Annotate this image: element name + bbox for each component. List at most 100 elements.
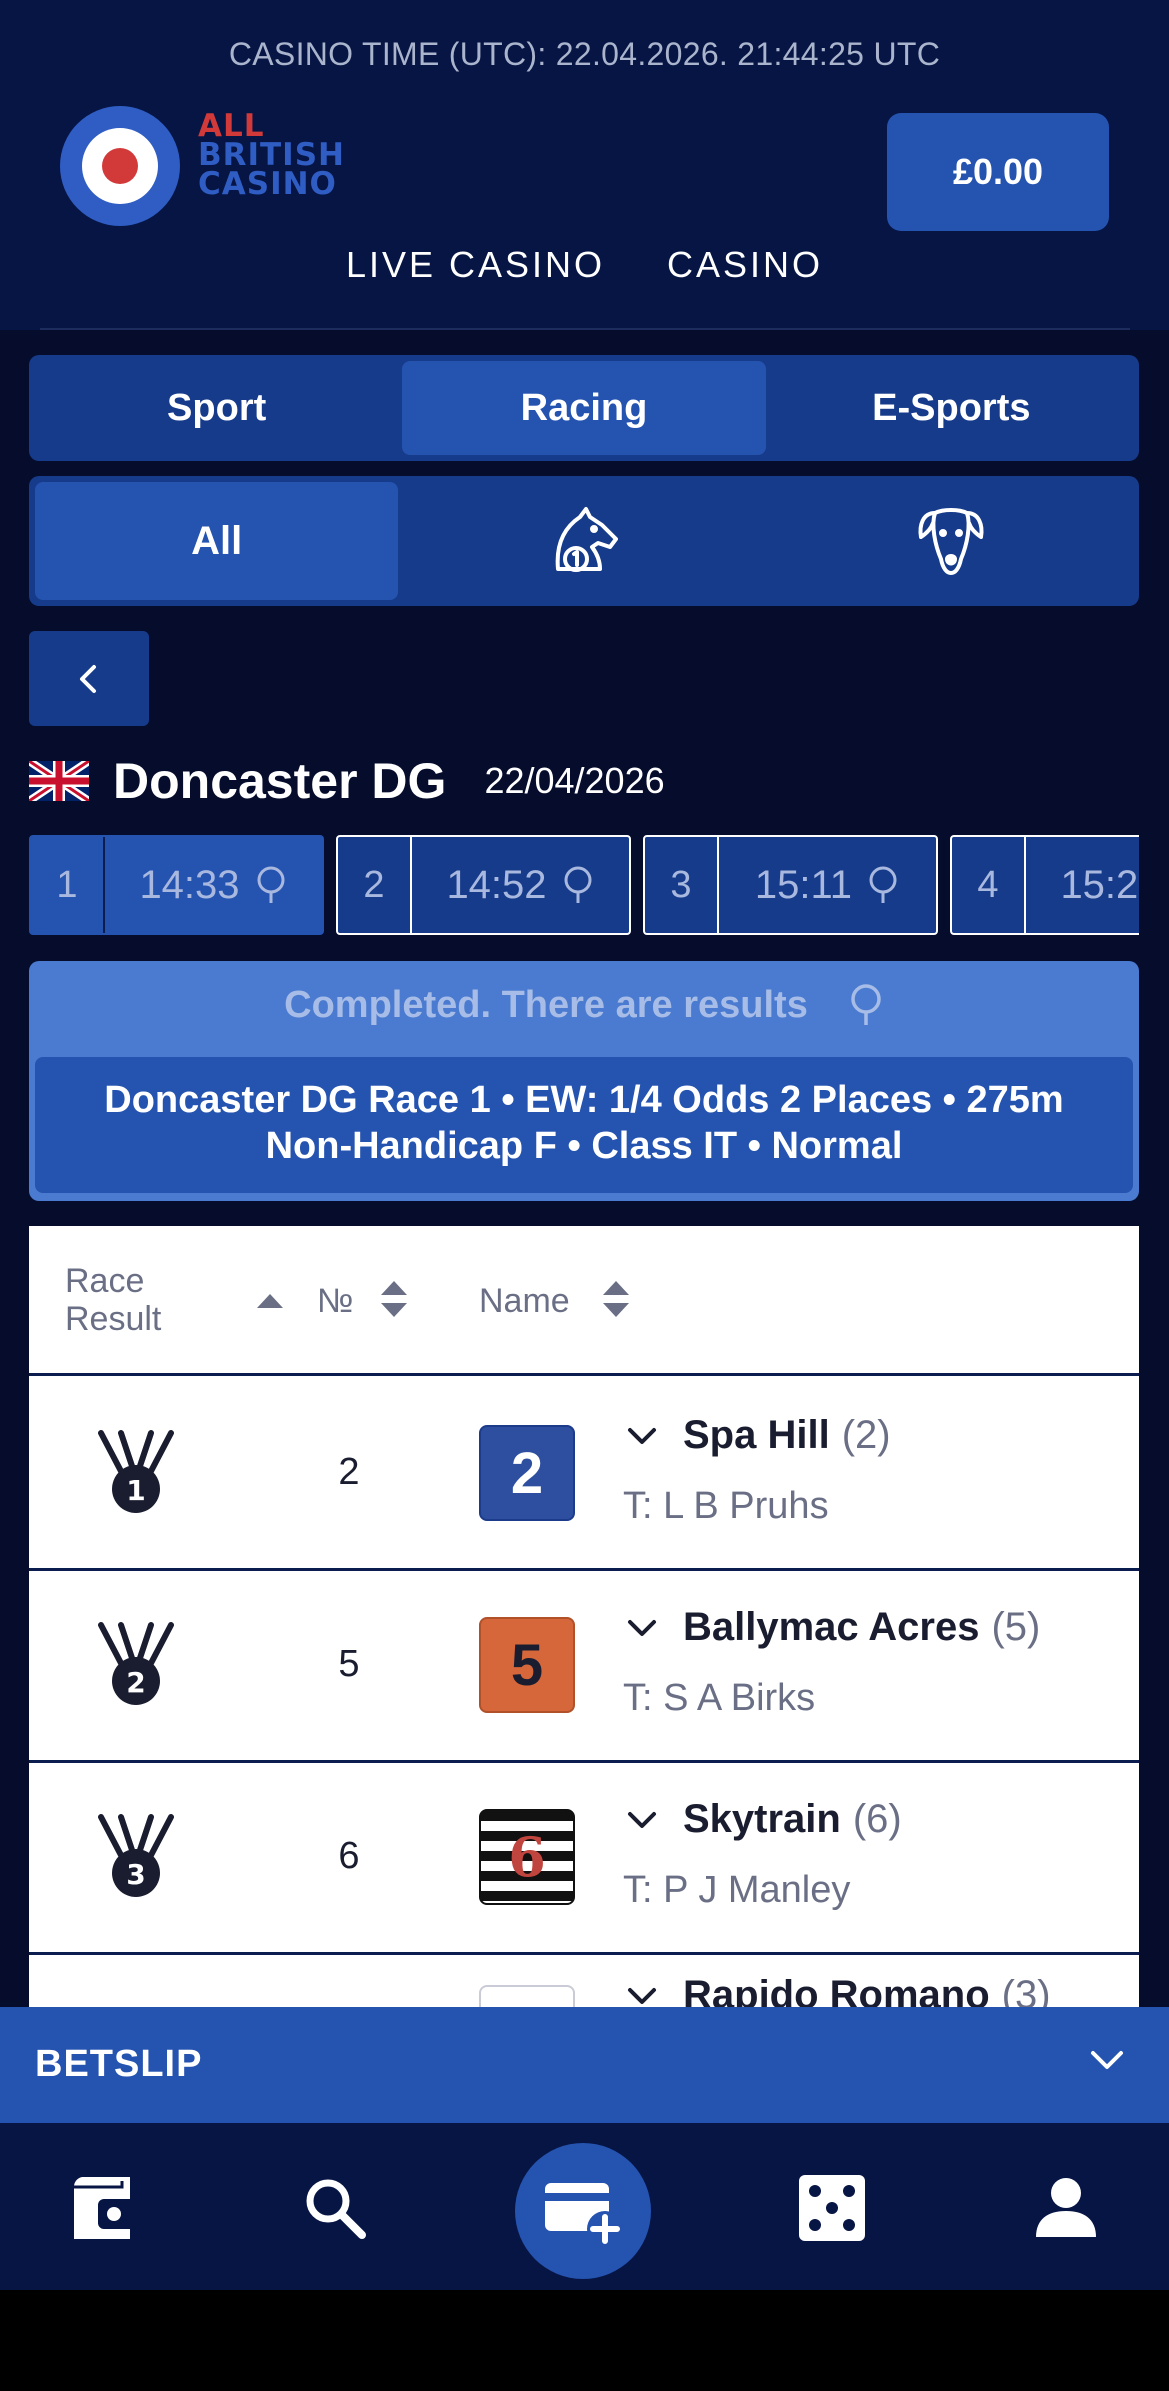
betslip-add-icon [545,2183,623,2247]
race-time: 14:52 [446,862,547,907]
top-nav: LIVE CASINO CASINO [0,244,1169,286]
chevron-down-icon[interactable] [627,1986,657,2006]
dice-icon [799,2175,865,2241]
col-header-number[interactable]: № [317,1282,353,1321]
chevron-left-icon [80,664,96,693]
nav-account[interactable] [1021,2163,1111,2253]
trainer-name: T: S A Birks [623,1677,816,1719]
results-pin-icon [869,866,897,903]
result-row[interactable]: 3 6 6 Skytrain (6) T: P J Manley [29,1763,1139,1955]
medal-1st-icon: 1 [98,1430,174,1513]
betslip-bar[interactable]: BETSLIP [0,2007,1169,2123]
bottom-nav [0,2123,1169,2290]
horse-icon [555,507,618,572]
race-description: Doncaster DG Race 1 • EW: 1/4 Odds 2 Pla… [35,1057,1133,1193]
race-status: Completed. There are results [29,961,1139,1049]
casino-time: CASINO TIME (UTC): 22.04.2026. 21:44:25 … [228,36,941,72]
race-tab-2[interactable]: 2 14:52 [336,835,631,935]
race-number: 3 [645,837,719,933]
sort-icon[interactable] [601,1278,631,1320]
venue-header: Doncaster DG 22/04/2026 [29,748,665,814]
header-divider [40,328,1130,330]
user-icon [1036,2178,1096,2237]
race-selector: 1 14:33 2 14:52 3 15:11 4 15:29 [29,835,1139,935]
race-tab-1[interactable]: 1 14:33 [29,835,324,935]
chevron-down-icon[interactable] [627,1426,657,1446]
filter-horse-racing[interactable] [402,482,765,600]
chevron-down-icon[interactable] [627,1810,657,1830]
runner-draw: (5) [991,1605,1041,1649]
trainer-name: T: L B Pruhs [623,1485,829,1527]
uk-flag-icon [29,761,89,801]
site-header: CASINO TIME (UTC): 22.04.2026. 21:44:25 … [0,0,1169,330]
sort-icon[interactable] [379,1278,409,1320]
chevron-down-icon[interactable] [1089,2047,1125,2071]
medal-3rd-icon: 3 [98,1814,174,1897]
runner-number: 2 [338,1451,360,1493]
race-number: 4 [952,837,1026,933]
runner-draw: (2) [841,1413,891,1457]
trap-number: 6 [508,1825,546,1889]
venue-name: Doncaster DG [113,753,447,809]
race-description-line-2: Non-Handicap F • Class IT • Normal [265,1125,903,1167]
race-info-panel: Completed. There are results Doncaster D… [29,961,1139,1201]
col-header-race-result-line-2: Result [65,1300,162,1338]
tab-racing[interactable]: Racing [402,361,766,455]
filter-greyhound-racing[interactable] [770,482,1133,600]
runner-number: 5 [338,1643,360,1685]
tab-sport[interactable]: Sport [35,361,398,455]
nav-casino-games[interactable] [787,2163,877,2253]
runner-name: Ballymac Acres [683,1605,980,1649]
col-header-race-result-line-1: Race [65,1262,145,1300]
trap-badge: 2 [479,1425,575,1521]
race-number: 2 [338,837,412,933]
greyhound-icon [918,508,984,575]
logo-line-3: CASINO [198,166,337,202]
balance-button[interactable]: £0.00 [887,113,1109,231]
race-number: 1 [31,837,105,933]
col-header-race-result[interactable]: Race Result [65,1262,161,1338]
sort-asc-icon[interactable] [255,1290,285,1310]
trap-badge: 5 [479,1617,575,1713]
medal-2nd-icon: 2 [98,1622,174,1705]
race-tab-4[interactable]: 4 15:29 [950,835,1139,935]
race-status-text: Completed. There are results [284,983,808,1026]
nav-live-casino[interactable]: LIVE CASINO [346,244,605,286]
medal-place: 2 [126,1666,145,1699]
racing-filter-tabs: All [29,476,1139,606]
results-table-header: Race Result № Name [29,1226,1139,1376]
runner-name-line[interactable]: Spa Hill (2) [627,1413,891,1458]
wallet-icon [73,2177,138,2239]
logo-wordmark: ALL BRITISH CASINO [198,111,345,202]
venue-date: 22/04/2026 [484,760,665,801]
medal-place: 3 [126,1858,145,1891]
runner-name-line[interactable]: Skytrain (6) [627,1797,902,1842]
sport-tabs: Sport Racing E-Sports [29,355,1139,461]
results-pin-icon [564,866,592,903]
site-logo[interactable]: ALL BRITISH CASINO [58,104,378,228]
roundel-icon [60,106,180,226]
nav-casino[interactable]: CASINO [667,244,823,286]
medal-place: 1 [126,1474,145,1507]
results-pin-icon [851,984,881,1025]
race-tab-3[interactable]: 3 15:11 [643,835,938,935]
result-row[interactable]: 1 2 2 Spa Hill (2) T: L B Pruhs [29,1379,1139,1571]
race-time: 15:29 [1060,862,1139,907]
trainer-name: T: P J Manley [623,1869,851,1911]
betslip-label: BETSLIP [35,2043,203,2085]
filter-all[interactable]: All [35,482,399,600]
col-header-name[interactable]: Name [479,1282,570,1321]
runner-number: 6 [338,1835,360,1877]
tab-esports[interactable]: E-Sports [770,361,1133,455]
trap-badge: 6 [479,1809,575,1905]
runner-name-line[interactable]: Ballymac Acres (5) [627,1605,1040,1650]
back-button[interactable] [29,631,149,726]
nav-wallet[interactable] [56,2163,146,2253]
race-time: 14:33 [139,862,240,907]
nav-search[interactable] [290,2163,380,2253]
chevron-down-icon[interactable] [627,1618,657,1638]
search-icon [306,2179,366,2239]
result-row[interactable]: 2 5 5 Ballymac Acres (5) T: S A Birks [29,1571,1139,1763]
race-description-line-1: Doncaster DG Race 1 • EW: 1/4 Odds 2 Pla… [104,1079,1064,1121]
nav-betslip-add[interactable] [515,2143,651,2279]
